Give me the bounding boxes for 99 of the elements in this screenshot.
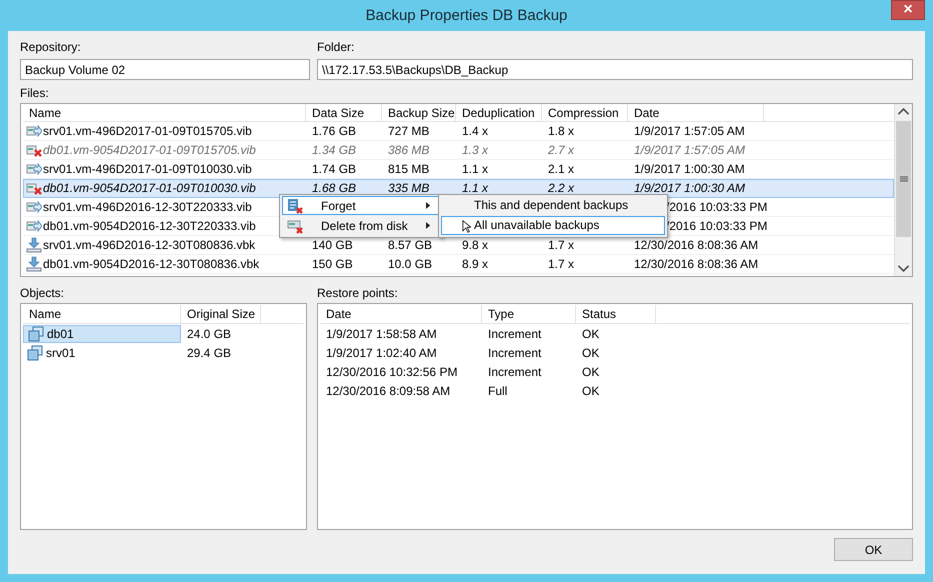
table-cell: 727 MB (388, 124, 430, 138)
repository-label: Repository: (20, 40, 81, 55)
ok-button[interactable]: OK (834, 538, 913, 561)
table-cell: 140 GB (312, 238, 353, 252)
table-cell: 1/9/2017 1:57:05 AM (634, 143, 745, 157)
table-cell-text: 29.4 GB (186, 346, 232, 360)
table-cell: 1.74 GB (312, 162, 356, 176)
table-cell: 1.3 x (462, 143, 488, 157)
table-cell-text: OK (581, 346, 600, 360)
file-row[interactable]: db01.vm-9054D2017-01-09T010030.vib 1.68 GB 335 MB 1.1 x 2.2 x 1/9/2017 1:00:30 AM (23, 179, 894, 198)
table-cell-text: Increment (487, 326, 542, 340)
folder-label: Folder: (317, 40, 354, 55)
table-cell: 1.1 x (462, 181, 488, 195)
table-cell: 1/9/2017 1:00:30 AM (634, 162, 745, 176)
table-cell-text: 12/30/2016 8:09:58 AM (325, 384, 452, 398)
table-cell: 1.7 x (548, 238, 574, 252)
table-cell: 150 GB (312, 257, 353, 271)
table-cell: 1.7 x (548, 257, 574, 271)
table-cell: 2.1 x (548, 162, 574, 176)
file-row[interactable]: db01.vm-9054D2016-12-30T080836.vbk 150 GB 10.0 GB 8.9 x 1.7 x 12/30/2016 8:08:36 AM (23, 255, 894, 274)
table-cell: 2.2 x (548, 181, 574, 195)
table-cell-text: 1/9/2017 1:58:58 AM (325, 326, 438, 340)
table-cell-text: 12/30/2016 10:32:56 PM (325, 364, 458, 378)
vm-icon (28, 326, 44, 342)
column-header[interactable]: Type (482, 305, 576, 323)
list-remove-icon (287, 198, 303, 214)
window-title: Backup Properties DB Backup (366, 7, 568, 24)
folder-field[interactable]: \\172.17.53.5\Backups\DB_Backup (317, 59, 913, 80)
arrow-file-icon (26, 123, 42, 139)
repository-field[interactable]: Backup Volume 02 (20, 59, 310, 80)
table-cell-text: Full (487, 384, 508, 398)
scroll-thumb[interactable] (896, 121, 911, 237)
table-cell: 1.4 x (462, 124, 488, 138)
column-header[interactable]: Original Size (181, 305, 261, 323)
table-cell: 12/30/2016 8:08:36 AM (634, 257, 758, 271)
column-header[interactable]: Status (576, 305, 656, 323)
column-header[interactable]: Compression (542, 104, 628, 121)
download-icon (26, 237, 42, 253)
column-header[interactable]: Name (23, 305, 181, 323)
files-label: Files: (20, 86, 49, 101)
table-cell: 815 MB (388, 162, 430, 176)
column-header[interactable]: Deduplication (456, 104, 542, 121)
table-cell: 1/9/2017 1:57:05 AM (634, 124, 745, 138)
table-cell: 1.8 x (548, 124, 574, 138)
object-item[interactable]: srv01 (23, 344, 181, 362)
menu-item[interactable]: Forget (282, 196, 440, 215)
table-cell: 1/9/2017 1:00:30 AM (634, 181, 745, 195)
table-cell: 2.7 x (548, 143, 574, 157)
file-name: srv01.vm-496D2016-12-30T080836.vbk (43, 238, 256, 252)
submenu-arrow-icon (426, 222, 431, 229)
vm-icon (27, 344, 43, 360)
table-cell-text: OK (581, 364, 600, 378)
table-cell: 1.34 GB (312, 143, 356, 157)
arrow-file-icon (26, 199, 42, 215)
menu-item[interactable]: This and dependent backups (441, 196, 665, 215)
file-name: srv01.vm-496D2017-01-09T010030.vib (43, 162, 252, 176)
file-name: db01.vm-9054D2016-12-30T220333.vib (43, 219, 256, 233)
table-cell: 1.76 GB (312, 124, 356, 138)
arrow-file-icon (26, 161, 42, 177)
download-icon (26, 256, 42, 272)
table-cell: 9.8 x (462, 238, 488, 252)
column-header[interactable]: Date (628, 104, 764, 121)
submenu-arrow-icon (426, 202, 431, 209)
mouse-pointer-icon (462, 220, 471, 233)
column-header[interactable]: Name (23, 104, 306, 121)
file-row[interactable]: srv01.vm-496D2017-01-09T015705.vib 1.76 GB 727 MB 1.4 x 1.8 x 1/9/2017 1:57:05 AM (23, 122, 894, 141)
menu-item[interactable]: Delete from disk (282, 216, 440, 235)
scrollbar[interactable] (894, 104, 912, 276)
drive-remove-icon (287, 218, 303, 234)
table-cell-text: 24.0 GB (186, 326, 232, 340)
table-cell-text: OK (581, 384, 600, 398)
file-name: db01.vm-9054D2017-01-09T015705.vib (43, 143, 256, 157)
file-name: srv01.vm-496D2016-12-30T220333.vib (43, 200, 252, 214)
close-button[interactable]: × (891, 0, 925, 20)
table-cell-text: 1/9/2017 1:02:40 AM (325, 346, 438, 360)
file-name: db01.vm-9054D2016-12-30T080836.vbk (43, 257, 260, 271)
objects-label: Objects: (20, 286, 64, 301)
column-header[interactable]: Backup Size (382, 104, 456, 121)
file-name: db01.vm-9054D2017-01-09T010030.vib (43, 181, 256, 195)
table-cell: 10.0 GB (388, 257, 432, 271)
arrow-file-icon (26, 218, 42, 234)
table-cell: 386 MB (388, 143, 430, 157)
column-header[interactable]: Data Size (306, 104, 382, 121)
restore-points-label: Restore points: (317, 286, 398, 301)
object-item[interactable]: db01 (23, 324, 181, 342)
file-name: srv01.vm-496D2017-01-09T015705.vib (43, 124, 252, 138)
table-cell: 8.9 x (462, 257, 488, 271)
table-cell: 8.57 GB (388, 238, 432, 252)
grip-icon (900, 176, 908, 182)
menu-item[interactable]: All unavailable backups (441, 216, 665, 235)
column-header[interactable]: Date (320, 305, 482, 323)
table-cell: 335 MB (388, 181, 430, 195)
table-cell: 1.68 GB (312, 181, 356, 195)
table-cell-text: Increment (487, 346, 542, 360)
file-row[interactable]: db01.vm-9054D2017-01-09T015705.vib 1.34 GB 386 MB 1.3 x 2.7 x 1/9/2017 1:57:05 AM (23, 141, 894, 160)
table-cell-text: OK (581, 326, 600, 340)
table-cell-text: Increment (487, 364, 542, 378)
table-cell: 1.1 x (462, 162, 488, 176)
table-cell: 12/30/2016 8:08:36 AM (634, 238, 758, 252)
